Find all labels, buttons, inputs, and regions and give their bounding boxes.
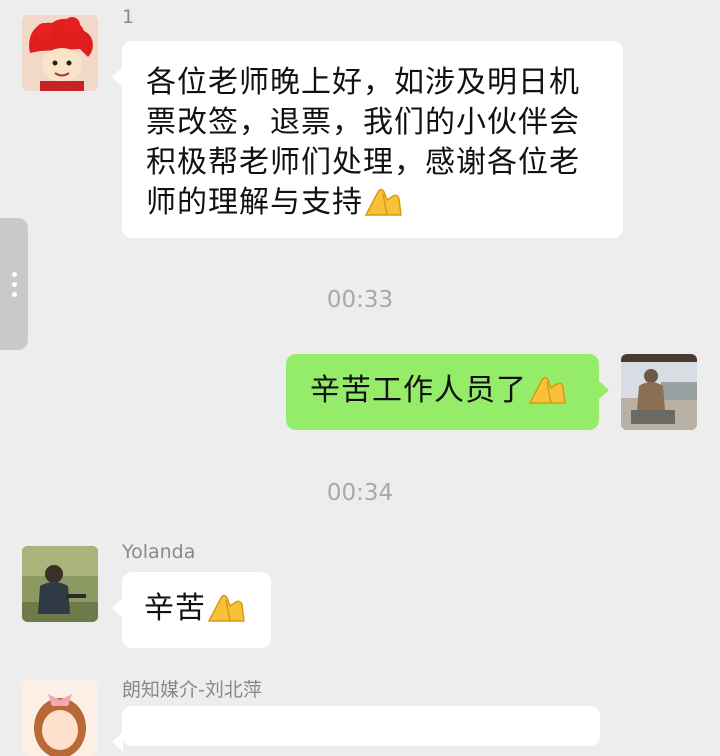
folded-hands-emoji-icon [363,184,403,218]
red-hair-cartoon-avatar-icon [22,15,98,91]
message-text: 辛苦 [144,591,206,626]
message-bubble[interactable]: 各位老师晚上好，如涉及明日机票改签，退票，我们的小伙伴会积极帮老师们处理，感谢各… [112,41,623,238]
message-bubble-outgoing[interactable]: 辛苦工作人员了 [286,354,609,430]
avatar[interactable] [22,546,98,622]
side-drawer-handle[interactable] [0,218,28,350]
folded-hands-emoji-icon [527,372,567,406]
sender-name: 1 [122,6,137,28]
sender-name: Yolanda [122,541,196,563]
avatar[interactable] [22,15,98,91]
my-avatar[interactable] [621,354,697,430]
timestamp: 00:34 [326,480,394,506]
cartoon-girl-avatar-icon [22,680,98,756]
photo-person-sitting-avatar-icon [621,354,697,430]
sender-name: 朗知媒介-刘北萍 [122,679,262,701]
photo-girl-outdoors-avatar-icon [22,546,98,622]
handle-dot [12,272,17,277]
message-bubble[interactable]: 辛苦 [112,572,271,648]
message-bubble[interactable] [112,706,600,752]
folded-hands-emoji-icon [206,590,246,624]
avatar[interactable] [22,680,98,756]
message-text: 辛苦工作人员了 [310,373,527,408]
timestamp: 00:33 [326,287,394,313]
